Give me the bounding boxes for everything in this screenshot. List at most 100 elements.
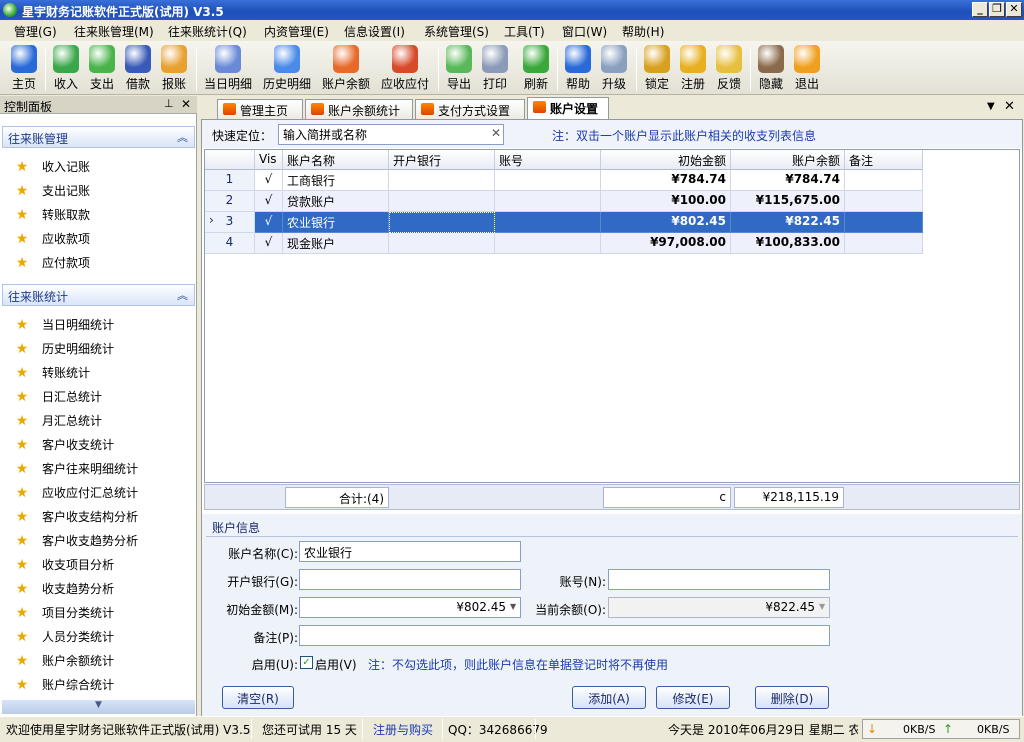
tab-home[interactable]: 管理主页 — [217, 99, 303, 119]
help-button[interactable]: 帮助 — [562, 43, 594, 92]
col-balance[interactable]: 账户余额 — [731, 150, 845, 170]
col-note[interactable]: 备注 — [845, 150, 923, 170]
tab-icon — [421, 103, 434, 115]
sidebar-item-balance-stats[interactable]: ★ 账户余额统计 — [14, 652, 114, 669]
daily-detail-button[interactable]: 当日明细 — [201, 43, 255, 92]
menu-manage[interactable]: 管理(G) — [14, 23, 57, 40]
menu-tools[interactable]: 工具(T) — [504, 23, 545, 40]
vis-check[interactable]: √ — [255, 233, 283, 254]
col-bank[interactable]: 开户银行 — [389, 150, 495, 170]
sidebar-item-transfer-stats[interactable]: ★ 转账统计 — [14, 364, 90, 381]
home-button[interactable]: 主页 — [6, 43, 42, 92]
account-balance-button[interactable]: 账户余额 — [319, 43, 373, 92]
collapse-icon[interactable]: ︽ — [177, 129, 188, 145]
sidebar-item-month-summary[interactable]: ★ 月汇总统计 — [14, 412, 102, 429]
tab-list-icon[interactable]: ▼ — [987, 101, 995, 112]
sidebar-item-daily-stats[interactable]: ★ 当日明细统计 — [14, 316, 114, 333]
export-button[interactable]: 导出 — [443, 43, 475, 92]
sidebar-item-structure-analysis[interactable]: ★ 客户收支结构分析 — [14, 508, 138, 525]
menu-info-settings[interactable]: 信息设置(I) — [344, 23, 405, 40]
tab-icon — [533, 101, 546, 113]
register-link[interactable]: 注册与购买 — [373, 721, 433, 738]
initial-amount-input[interactable]: ¥802.45 — [299, 597, 521, 618]
panel-scroll-down[interactable]: ▼ — [2, 700, 195, 714]
clear-search-icon[interactable]: ✕ — [491, 126, 501, 140]
loan-button[interactable]: 借款 — [122, 43, 154, 92]
upgrade-button[interactable]: 升级 — [598, 43, 630, 92]
sidebar-item-income[interactable]: ★ 收入记账 — [14, 158, 90, 175]
menu-statistics[interactable]: 往来账统计(Q) — [168, 23, 247, 40]
app-icon — [3, 3, 17, 17]
vis-check[interactable]: √ — [255, 170, 283, 191]
lock-button[interactable]: 锁定 — [641, 43, 673, 92]
sidebar-item-income-trend[interactable]: ★ 收支趋势分析 — [14, 580, 114, 597]
feedback-button[interactable]: 反馈 — [713, 43, 745, 92]
panel-close-icon[interactable]: ✕ — [181, 97, 191, 111]
sidebar-item-overall-stats[interactable]: ★ 账户综合统计 — [14, 676, 114, 693]
star-icon: ★ — [15, 629, 29, 645]
sidebar-item-payable[interactable]: ★ 应付款项 — [14, 254, 90, 271]
tab-close-icon[interactable]: ✕ — [1004, 99, 1015, 114]
sidebar-item-trend-analysis[interactable]: ★ 客户收支趋势分析 — [14, 532, 138, 549]
table-row[interactable]: 1 √ 工商银行 ¥784.74 ¥784.74 — [205, 170, 923, 191]
income-button[interactable]: 收入 — [50, 43, 82, 92]
refresh-button[interactable]: 刷新 — [520, 43, 552, 92]
spin-down-icon[interactable]: ▼ — [510, 602, 516, 611]
account-no-input[interactable] — [608, 569, 830, 590]
register-button[interactable]: 注册 — [677, 43, 709, 92]
edit-button[interactable]: 修改(E) — [656, 686, 730, 709]
col-account-no[interactable]: 账号 — [495, 150, 601, 170]
section-account-management[interactable]: 往来账管理 ︽ — [2, 126, 195, 148]
sidebar-item-person-stats[interactable]: ★ 人员分类统计 — [14, 628, 114, 645]
col-initial[interactable]: 初始金额 — [601, 150, 731, 170]
bank-input[interactable] — [299, 569, 521, 590]
col-account-name[interactable]: 账户名称 — [283, 150, 389, 170]
menu-window[interactable]: 窗口(W) — [562, 23, 607, 40]
collapse-icon[interactable]: ︽ — [177, 287, 188, 303]
col-vis[interactable]: Vis — [255, 150, 283, 170]
reimburse-button[interactable]: 报账 — [158, 43, 190, 92]
sidebar-item-history-stats[interactable]: ★ 历史明细统计 — [14, 340, 114, 357]
table-row-selected[interactable]: › 3 √ 农业银行 ¥802.45 ¥822.45 — [205, 212, 923, 233]
expense-button[interactable]: 支出 — [86, 43, 118, 92]
delete-button[interactable]: 删除(D) — [755, 686, 829, 709]
table-row[interactable]: 2 √ 贷款账户 ¥100.00 ¥115,675.00 — [205, 191, 923, 212]
sidebar-item-receivable[interactable]: ★ 应收款项 — [14, 230, 90, 247]
note-input[interactable] — [299, 625, 830, 646]
minimize-button[interactable]: _ — [972, 2, 988, 17]
enable-checkbox[interactable]: ✓ — [300, 656, 313, 669]
table-row[interactable]: 4 √ 现金账户 ¥97,008.00 ¥100,833.00 — [205, 233, 923, 254]
hide-button[interactable]: 隐藏 — [755, 43, 787, 92]
vis-check[interactable]: √ — [255, 191, 283, 212]
sidebar-item-ar-ap-summary[interactable]: ★ 应收应付汇总统计 — [14, 484, 138, 501]
tab-balance-stats[interactable]: 账户余额统计 — [305, 99, 413, 119]
sidebar-item-category-stats[interactable]: ★ 项目分类统计 — [14, 604, 114, 621]
enable-check-label[interactable]: 启用(V) — [315, 656, 357, 673]
receivable-payable-button[interactable]: 应收应付 — [378, 43, 432, 92]
tab-payment-settings[interactable]: 支付方式设置 — [415, 99, 525, 119]
sidebar-item-transfer[interactable]: ★ 转账取款 — [14, 206, 90, 223]
pin-icon[interactable]: ⊥ — [164, 97, 174, 110]
clear-button[interactable]: 清空(R) — [222, 686, 294, 709]
exit-button[interactable]: 退出 — [791, 43, 823, 92]
close-button[interactable]: ✕ — [1006, 2, 1022, 17]
sidebar-item-day-summary[interactable]: ★ 日汇总统计 — [14, 388, 102, 405]
sidebar-item-customer-stats[interactable]: ★ 客户收支统计 — [14, 436, 114, 453]
vis-check[interactable]: √ — [255, 212, 283, 233]
account-name-input[interactable]: 农业银行 — [299, 541, 521, 562]
menu-accounts[interactable]: 往来账管理(M) — [74, 23, 154, 40]
section-account-statistics[interactable]: 往来账统计 ︽ — [2, 284, 195, 306]
quick-locate-input[interactable] — [278, 124, 504, 145]
add-button[interactable]: 添加(A) — [572, 686, 646, 709]
history-detail-button[interactable]: 历史明细 — [260, 43, 314, 92]
menu-capital[interactable]: 内资管理(E) — [264, 23, 329, 40]
menu-system[interactable]: 系统管理(S) — [424, 23, 489, 40]
tab-account-settings[interactable]: 账户设置 — [527, 97, 609, 119]
menu-help[interactable]: 帮助(H) — [622, 23, 664, 40]
sidebar-item-expense[interactable]: ★ 支出记账 — [14, 182, 90, 199]
tab-icon — [311, 103, 324, 115]
restore-button[interactable]: ❐ — [989, 2, 1005, 17]
sidebar-item-customer-detail[interactable]: ★ 客户往来明细统计 — [14, 460, 138, 477]
print-button[interactable]: 打印 — [479, 43, 511, 92]
sidebar-item-item-analysis[interactable]: ★ 收支项目分析 — [14, 556, 114, 573]
